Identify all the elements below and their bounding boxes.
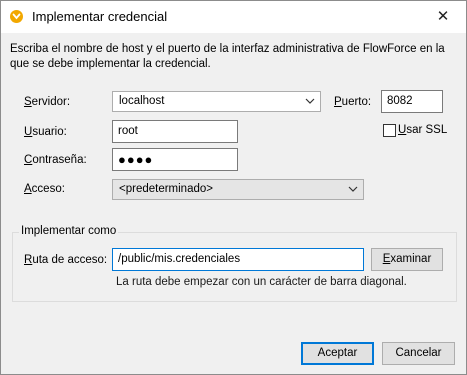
title-bar: Implementar credencial ✕: [1, 1, 466, 33]
password-label: Contraseña:: [24, 154, 87, 166]
user-input[interactable]: root: [112, 120, 238, 143]
port-label: Puerto:: [334, 96, 372, 108]
server-label: Servidor:: [24, 96, 71, 108]
access-label: Acceso:: [24, 183, 65, 195]
ssl-checkbox[interactable]: [383, 124, 396, 137]
user-label: Usuario:: [24, 126, 67, 138]
port-input[interactable]: 8082: [381, 90, 443, 113]
server-value: localhost: [119, 95, 165, 107]
browse-button[interactable]: Examinar: [371, 248, 443, 271]
accept-button[interactable]: Aceptar: [301, 342, 374, 365]
password-input[interactable]: ●●●●: [112, 148, 238, 171]
app-icon: [10, 10, 23, 23]
ssl-label: Usar SSL: [398, 124, 448, 136]
path-hint: La ruta debe empezar con un carácter de …: [116, 276, 407, 288]
access-dropdown[interactable]: <predeterminado>: [112, 179, 364, 200]
path-input[interactable]: /public/mis.credenciales: [112, 248, 364, 271]
chevron-down-icon: [305, 98, 315, 104]
chevron-down-icon: [348, 186, 358, 192]
cancel-button[interactable]: Cancelar: [382, 342, 455, 365]
window-title: Implementar credencial: [32, 9, 168, 24]
intro-text: Escriba el nombre de host y el puerto de…: [10, 43, 445, 70]
dialog-content: Escriba el nombre de host y el puerto de…: [1, 33, 466, 323]
access-value: <predeterminado>: [119, 183, 213, 195]
dialog-window: Implementar credencial ✕ Escriba el nomb…: [0, 0, 467, 375]
dialog-footer: Aceptar Cancelar: [1, 323, 466, 374]
server-dropdown[interactable]: localhost: [112, 91, 321, 112]
close-icon[interactable]: ✕: [420, 1, 466, 33]
deploy-group-title: Implementar como: [19, 225, 119, 237]
path-label: Ruta de acceso:: [24, 254, 108, 266]
